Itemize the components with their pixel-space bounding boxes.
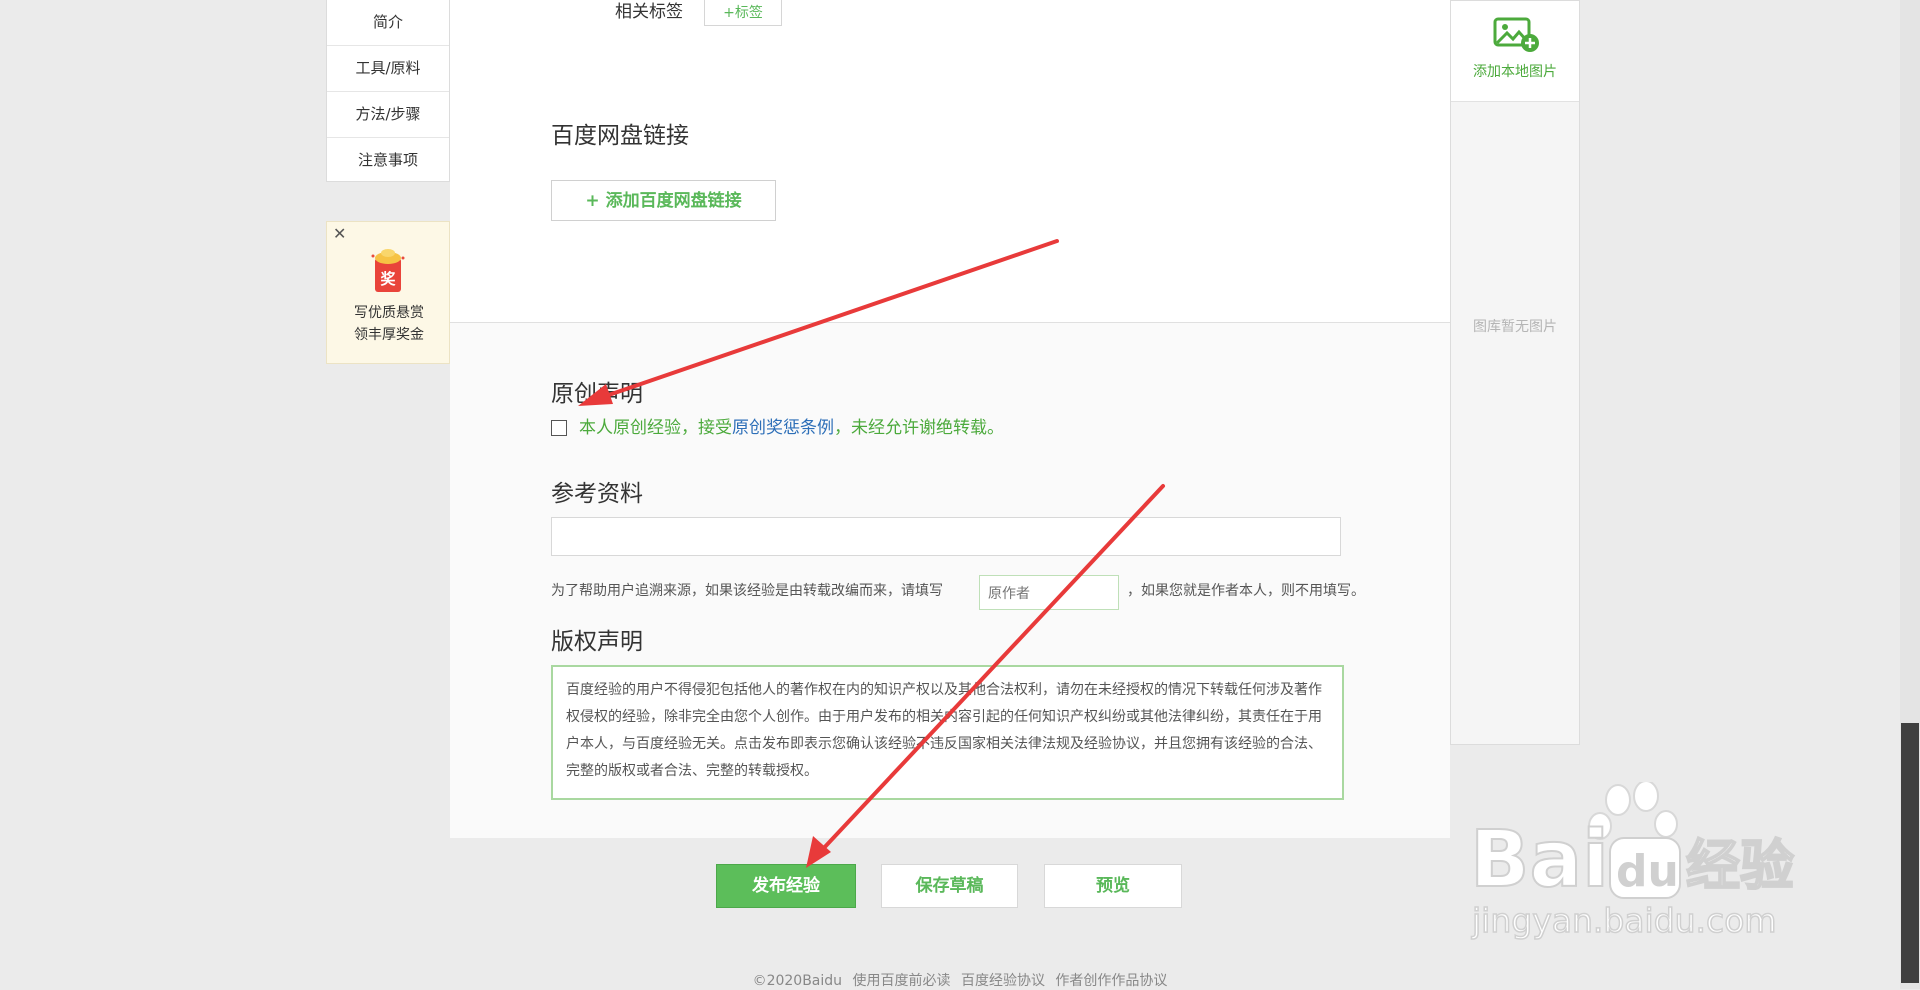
publish-button[interactable]: 发布经验 <box>716 864 856 908</box>
add-local-image-label: 添加本地图片 <box>1473 64 1557 80</box>
left-nav: 简介 工具/原料 方法/步骤 注意事项 <box>326 0 450 182</box>
image-library-panel: 添加本地图片 图库暂无图片 <box>1450 0 1580 745</box>
original-checkbox[interactable] <box>551 420 567 436</box>
watermark-brand: Bai <box>1470 815 1609 905</box>
copyright-title: 版权声明 <box>551 629 643 655</box>
original-declaration-title: 原创声明 <box>551 381 643 407</box>
promo-line-2: 领丰厚奖金 <box>354 327 424 343</box>
nav-item-tools[interactable]: 工具/原料 <box>327 46 449 92</box>
original-rules-link[interactable]: 原创奖惩条例 <box>732 418 834 438</box>
footer-copyright: ©2020Baidu <box>752 973 843 989</box>
preview-button[interactable]: 预览 <box>1044 864 1182 908</box>
baidu-jingyan-watermark: Bai du 经验 jingyan.baidu.com <box>1470 782 1795 941</box>
reward-promo-card[interactable]: ✕ 奖 写优质悬赏 领丰厚奖金 <box>326 221 450 364</box>
promo-text: 写优质悬赏 领丰厚奖金 <box>327 302 451 346</box>
footer-link-author-agreement[interactable]: 作者创作作品协议 <box>1055 973 1167 989</box>
reward-badge-text: 奖 <box>380 270 396 288</box>
footer-link-agreement[interactable]: 百度经验协议 <box>961 973 1045 989</box>
reference-title: 参考资料 <box>551 481 643 507</box>
copyright-text-box: 百度经验的用户不得侵犯包括他人的著作权在内的知识产权以及其他合法权利，请勿在未经… <box>551 665 1344 800</box>
close-icon[interactable]: ✕ <box>333 226 346 242</box>
reference-input[interactable] <box>551 517 1341 556</box>
red-envelope-icon: 奖 <box>371 249 405 292</box>
add-local-image-button[interactable]: 添加本地图片 <box>1451 1 1579 102</box>
reference-hint-after: ，如果您就是作者本人，则不用填写。 <box>1127 583 1365 599</box>
save-draft-button[interactable]: 保存草稿 <box>881 864 1018 908</box>
watermark-du: du <box>1616 846 1679 897</box>
nav-item-notes[interactable]: 注意事项 <box>327 138 449 183</box>
empty-library-text: 图库暂无图片 <box>1473 319 1557 335</box>
scrollbar-thumb[interactable] <box>1901 723 1919 983</box>
original-text-before: 本人原创经验，接受 <box>579 418 732 438</box>
promo-line-1: 写优质悬赏 <box>354 305 424 321</box>
original-declaration-text: 本人原创经验，接受原创奖惩条例，未经允许谢绝转载。 <box>579 416 1004 440</box>
reference-hint-before: 为了帮助用户追溯来源，如果该经验是由转载改编而来，请填写 <box>551 583 943 599</box>
nav-item-steps[interactable]: 方法/步骤 <box>327 92 449 138</box>
tags-label: 相关标签 <box>615 2 683 22</box>
add-tag-button[interactable]: +标签 <box>704 0 782 26</box>
add-image-icon <box>1493 17 1539 52</box>
watermark-url: jingyan.baidu.com <box>1471 901 1777 940</box>
baidu-pan-title: 百度网盘链接 <box>551 123 689 149</box>
add-baidu-pan-link-button[interactable]: + 添加百度网盘链接 <box>551 180 776 221</box>
original-author-input[interactable] <box>979 575 1119 610</box>
watermark-cn: 经验 <box>1686 834 1794 897</box>
original-text-after: ，未经允许谢绝转载。 <box>834 418 1004 438</box>
footer-link-read-first[interactable]: 使用百度前必读 <box>853 973 951 989</box>
nav-item-intro[interactable]: 简介 <box>327 0 449 46</box>
